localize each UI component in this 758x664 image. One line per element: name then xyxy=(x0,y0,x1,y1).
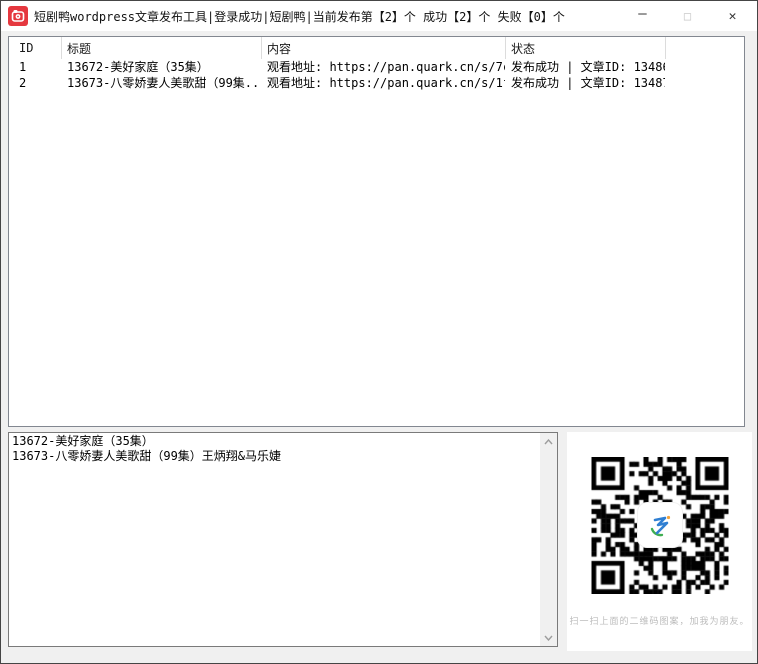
app-window: 短剧鸭wordpress文章发布工具|登录成功|短剧鸭|当前发布第【2】个 成功… xyxy=(0,0,758,664)
window-controls: — □ ✕ xyxy=(620,2,757,31)
list-header: ID 标题 内容 状态 xyxy=(9,37,744,59)
wechat-contact-logo-icon xyxy=(646,511,674,539)
cell-status: 发布成功 | 文章ID: 13487 xyxy=(506,75,666,91)
window-title: 短剧鸭wordpress文章发布工具|登录成功|短剧鸭|当前发布第【2】个 成功… xyxy=(34,8,620,25)
qr-center-logo xyxy=(638,503,682,547)
qr-caption: 扫一扫上面的二维码图案，加我为朋友。 xyxy=(567,614,752,627)
titlebar[interactable]: 短剧鸭wordpress文章发布工具|登录成功|短剧鸭|当前发布第【2】个 成功… xyxy=(1,1,757,31)
cell-content: 观看地址: https://pan.quark.cn/s/7c... xyxy=(262,59,506,75)
table-row[interactable]: 1 13672-美好家庭（35集） 观看地址: https://pan.quar… xyxy=(9,59,744,75)
scroll-up-icon[interactable] xyxy=(540,433,557,450)
cell-title: 13672-美好家庭（35集） xyxy=(62,59,262,75)
table-row[interactable]: 2 13673-八零娇妻人美歌甜（99集... 观看地址: https://pa… xyxy=(9,75,744,91)
minimize-button[interactable]: — xyxy=(620,2,665,31)
header-id[interactable]: ID xyxy=(9,37,62,59)
maximize-button[interactable]: □ xyxy=(665,2,710,31)
article-list: ID 标题 内容 状态 1 13672-美好家庭（35集） 观看地址: http… xyxy=(8,36,745,427)
log-line: 13673-八零娇妻人美歌甜（99集）王炳翔&马乐婕 xyxy=(12,449,281,463)
log-text: 13672-美好家庭（35集） 13673-八零娇妻人美歌甜（99集）王炳翔&马… xyxy=(12,434,537,645)
log-textbox[interactable]: 13672-美好家庭（35集） 13673-八零娇妻人美歌甜（99集）王炳翔&马… xyxy=(8,432,558,647)
scroll-down-icon[interactable] xyxy=(540,629,557,646)
cell-id: 2 xyxy=(9,75,62,91)
app-logo-icon xyxy=(8,6,28,26)
header-status[interactable]: 状态 xyxy=(506,37,666,59)
vertical-scrollbar[interactable] xyxy=(540,433,557,646)
cell-id: 1 xyxy=(9,59,62,75)
header-content[interactable]: 内容 xyxy=(262,37,506,59)
duck-camera-glyph xyxy=(11,9,25,23)
header-title[interactable]: 标题 xyxy=(62,37,262,59)
cell-status: 发布成功 | 文章ID: 13486 xyxy=(506,59,666,75)
cell-title: 13673-八零娇妻人美歌甜（99集... xyxy=(62,75,262,91)
qr-panel: 扫一扫上面的二维码图案，加我为朋友。 xyxy=(567,432,752,651)
close-button[interactable]: ✕ xyxy=(710,2,755,31)
cell-content: 观看地址: https://pan.quark.cn/s/1f... xyxy=(262,75,506,91)
log-line: 13672-美好家庭（35集） xyxy=(12,434,154,448)
